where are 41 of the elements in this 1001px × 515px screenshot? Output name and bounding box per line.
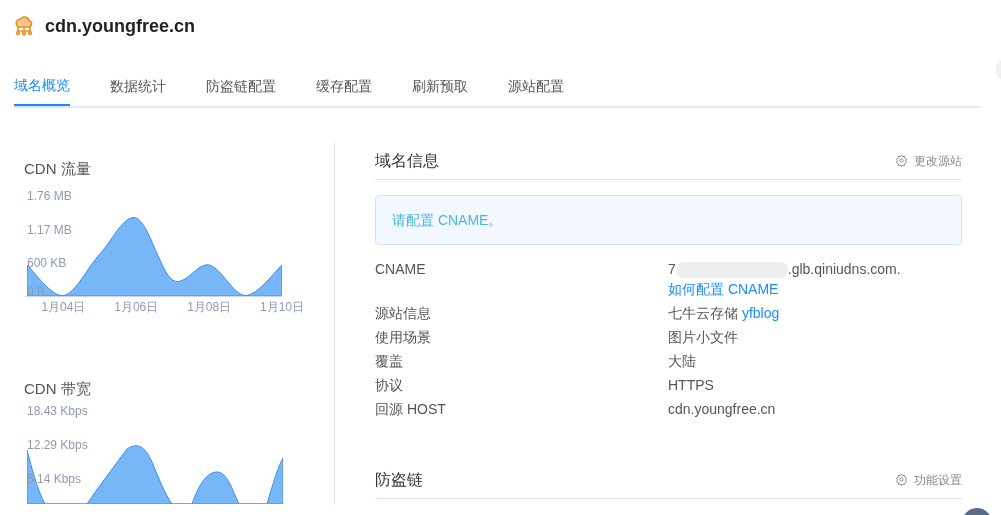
tab[interactable]: 刷新预取: [412, 66, 468, 106]
info-value: .glb.qiniudns.com.: [787, 261, 901, 277]
domain-title: cdn.youngfree.cn: [45, 14, 196, 38]
tab[interactable]: 域名概览: [14, 66, 70, 106]
x-axis-label: 1月10日: [260, 300, 304, 314]
y-axis-label: 18.43 Kbps: [27, 404, 88, 418]
info-value: 七牛云存储: [668, 305, 738, 321]
x-axis-label: 1月08日: [187, 300, 232, 314]
y-axis-label: 1.76 MB: [27, 189, 72, 203]
tab[interactable]: 防盗链配置: [206, 66, 276, 106]
chart-title: CDN 带宽: [23, 379, 92, 399]
section-title: 防盗链: [375, 469, 423, 490]
settings-icon: [895, 473, 908, 486]
y-axis-label: 600 KB: [27, 256, 67, 270]
settings-icon: [895, 154, 908, 167]
info-label: 回源 HOST: [375, 400, 447, 419]
info-value: HTTPS: [668, 377, 714, 393]
info-label: 协议: [375, 376, 404, 395]
info-link[interactable]: 如何配置 CNAME: [668, 281, 779, 297]
info-value: 大陆: [668, 353, 696, 369]
notice-banner: 请配置 CNAME。: [375, 195, 962, 245]
section-title: 域名信息: [375, 150, 439, 171]
tab[interactable]: 缓存配置: [316, 66, 372, 106]
info-label: CNAME: [375, 260, 427, 279]
y-axis-label: 12.29 Kbps: [27, 438, 88, 452]
info-label: 覆盖: [375, 352, 404, 371]
info-value: cdn.youngfree.cn: [668, 401, 776, 417]
cloud-network-icon: [14, 15, 34, 37]
chart-title: CDN 流量: [23, 159, 92, 179]
section-action-button[interactable]: 更改源站: [895, 151, 962, 170]
x-axis-label: 1月04日: [41, 300, 86, 314]
x-axis-label: 1月06日: [114, 300, 159, 314]
info-label: 使用场景: [375, 328, 432, 347]
tab[interactable]: 源站配置: [508, 66, 564, 106]
info-value: 图片小文件: [668, 329, 738, 345]
tab[interactable]: 数据统计: [110, 66, 166, 106]
y-axis-label: 1.17 MB: [27, 223, 72, 237]
section-action-button[interactable]: 功能设置: [895, 470, 962, 489]
info-label: 源站信息: [375, 304, 432, 323]
info-value: 7: [668, 261, 676, 277]
y-axis-label: 0 B: [27, 285, 45, 299]
